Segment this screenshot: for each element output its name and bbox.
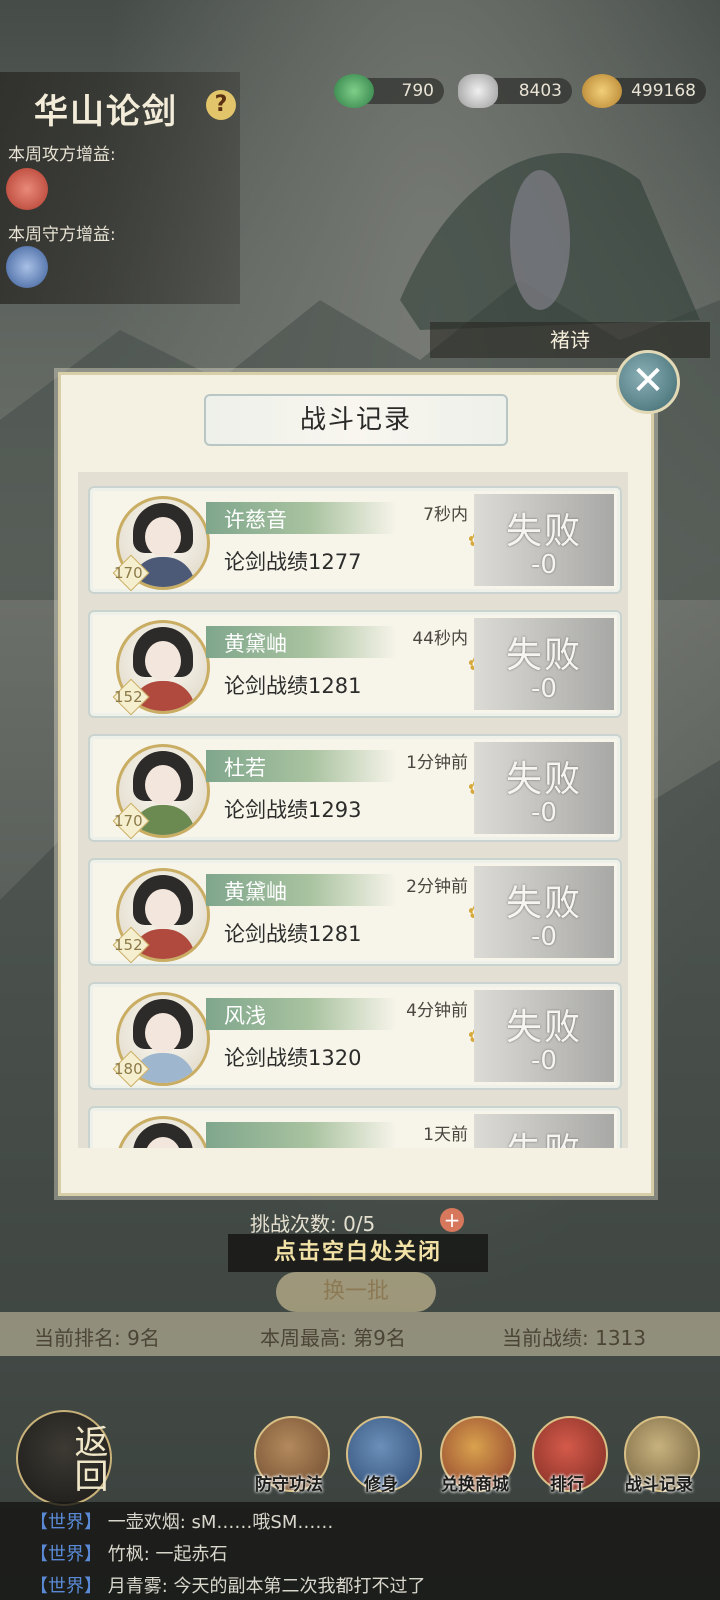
opponent-avatar bbox=[116, 1116, 210, 1148]
record-time: 1天前 bbox=[423, 1125, 468, 1145]
score-change: -0 bbox=[531, 922, 557, 952]
score-change: -0 bbox=[531, 1046, 557, 1076]
score-change: -0 bbox=[531, 798, 557, 828]
refresh-button[interactable]: 换一批 bbox=[276, 1272, 436, 1312]
opponent-name: 风浅 bbox=[224, 1004, 266, 1028]
opponent-score: 论剑战绩1293 bbox=[224, 798, 362, 822]
record-time: 4分钟前 bbox=[406, 1001, 468, 1021]
level-badge: 170 bbox=[114, 564, 143, 582]
level-badge: 180 bbox=[114, 1060, 143, 1078]
challenge-attempts: 挑战次数: 0/5 bbox=[250, 1212, 376, 1236]
record-card[interactable]: 152 黄黛岫 论剑战绩1281 2分钟前 ✿ 失败 -0 bbox=[88, 858, 622, 966]
defense-buff-icon[interactable] bbox=[6, 246, 48, 288]
record-time: 44秒内 bbox=[412, 629, 468, 649]
opponent-name: 杜若 bbox=[224, 756, 266, 780]
opponent-score: 论剑战绩1281 bbox=[224, 674, 362, 698]
result-label: 失败 bbox=[474, 1122, 614, 1148]
level-badge: 170 bbox=[114, 812, 143, 830]
tap-to-close-hint: 点击空白处关闭 bbox=[228, 1234, 488, 1272]
current-score: 当前战绩: 1313 bbox=[502, 1326, 646, 1350]
chat-message: 【世界】 竹枫: 一起赤石 bbox=[30, 1544, 228, 1565]
opponent-name: 黄黛岫 bbox=[224, 880, 287, 904]
exchange-shop-label[interactable]: 兑换商城 bbox=[430, 1470, 520, 1495]
cultivation-label[interactable]: 修身 bbox=[336, 1470, 426, 1495]
level-badge: 152 bbox=[114, 688, 143, 706]
battle-record-label[interactable]: 战斗记录 bbox=[614, 1470, 704, 1495]
dialog-title: 战斗记录 bbox=[204, 394, 508, 446]
defense-skill-label[interactable]: 防守功法 bbox=[244, 1470, 334, 1495]
back-button[interactable]: 返回 bbox=[16, 1410, 112, 1506]
coins-icon bbox=[582, 74, 622, 108]
score-change: -0 bbox=[531, 674, 557, 704]
result-label: 失败 bbox=[505, 883, 582, 924]
record-card[interactable]: 170 杜若 论剑战绩1293 1分钟前 ✿ 失败 -0 bbox=[88, 734, 622, 842]
level-badge: 152 bbox=[114, 936, 143, 954]
opponent-name: 许慈音 bbox=[224, 508, 287, 532]
battle-record-list[interactable]: 170 许慈音 论剑战绩1277 7秒内 ✿ 失败 -0 152 黄黛岫 论剑战… bbox=[78, 472, 628, 1148]
opponent-score: 论剑战绩1281 bbox=[224, 922, 362, 946]
page-title: 华山论剑 bbox=[34, 92, 178, 132]
record-card[interactable]: 180 风浅 论剑战绩1320 4分钟前 ✿ 失败 -0 bbox=[88, 982, 622, 1090]
attack-buff-label: 本周攻方增益: bbox=[8, 145, 116, 165]
record-card[interactable]: 170 许慈音 论剑战绩1277 7秒内 ✿ 失败 -0 bbox=[88, 486, 622, 594]
opponent-score: 论剑战绩1320 bbox=[224, 1046, 362, 1070]
result-label: 失败 bbox=[505, 511, 582, 552]
jade-icon bbox=[334, 74, 374, 108]
opponent-name-plate: 褚诗 bbox=[430, 322, 710, 358]
chat-message: 【世界】 月青雾: 今天的副本第二次我都打不过了 bbox=[30, 1576, 426, 1597]
silver-ingot-icon bbox=[458, 74, 498, 108]
current-rank: 当前排名: 9名 bbox=[34, 1326, 160, 1350]
help-icon[interactable]: ? bbox=[206, 90, 236, 120]
opponent-name: 黄黛岫 bbox=[224, 632, 287, 656]
ranking-label[interactable]: 排行 bbox=[522, 1470, 612, 1495]
record-time: 7秒内 bbox=[423, 505, 468, 525]
result-label: 失败 bbox=[505, 1007, 582, 1048]
attack-buff-icon[interactable] bbox=[6, 168, 48, 210]
record-time: 1分钟前 bbox=[406, 753, 468, 773]
record-card[interactable]: 1天前 失败 bbox=[88, 1106, 622, 1148]
close-button[interactable]: ✕ bbox=[616, 350, 680, 414]
record-card[interactable]: 152 黄黛岫 论剑战绩1281 44秒内 ✿ 失败 -0 bbox=[88, 610, 622, 718]
weekly-best-rank: 本周最高: 第9名 bbox=[260, 1326, 406, 1350]
chat-message: 【世界】 一壶欢烟: sM……哦SM…… bbox=[30, 1512, 334, 1533]
defense-buff-label: 本周守方增益: bbox=[8, 225, 116, 245]
score-change: -0 bbox=[531, 550, 557, 580]
record-time: 2分钟前 bbox=[406, 877, 468, 897]
add-attempts-button[interactable]: + bbox=[440, 1208, 464, 1232]
opponent-score: 论剑战绩1277 bbox=[224, 550, 362, 574]
result-label: 失败 bbox=[505, 759, 582, 800]
result-label: 失败 bbox=[505, 635, 582, 676]
